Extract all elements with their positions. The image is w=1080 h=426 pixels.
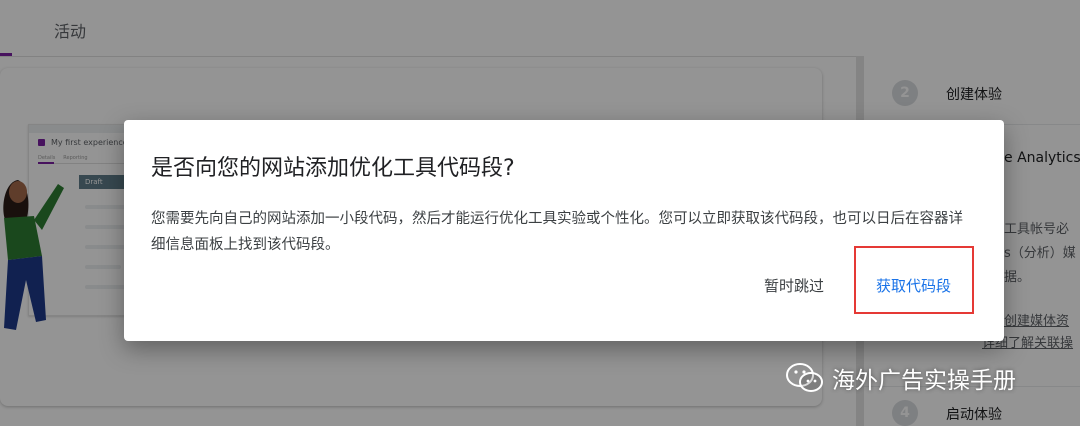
get-code-snippet-button[interactable]: 获取代码段 <box>876 275 951 296</box>
watermark-text: 海外广告实操手册 <box>832 368 1016 394</box>
dialog-title: 是否向您的网站添加优化工具代码段? <box>151 156 515 181</box>
wechat-icon <box>786 363 823 392</box>
add-snippet-dialog: 是否向您的网站添加优化工具代码段? 您需要先向自己的网站添加一小段代码，然后才能… <box>124 120 1004 341</box>
dialog-body: 您需要先向自己的网站添加一小段代码，然后才能运行优化工具实验或个性化。您可以立即… <box>151 211 963 253</box>
watermark: 海外广告实操手册 <box>786 360 1016 396</box>
skip-for-now-button[interactable]: 暂时跳过 <box>764 275 824 296</box>
